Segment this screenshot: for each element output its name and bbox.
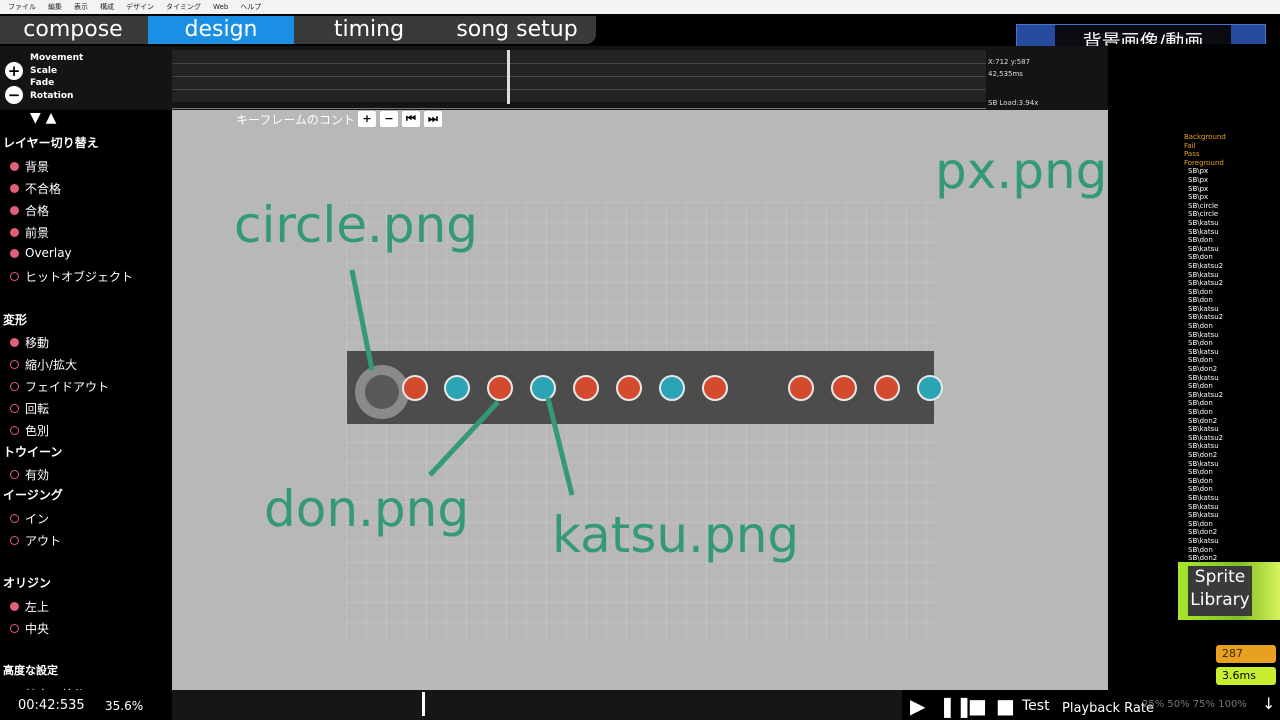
sprite-list-item[interactable]: SB\katsu [1188, 305, 1226, 314]
sprite-list-item[interactable]: SB\katsu [1188, 271, 1226, 280]
sprite-list-item[interactable]: SB\katsu2 [1188, 313, 1226, 322]
sprite-list-item[interactable]: SB\katsu [1188, 374, 1226, 383]
arrow-down-icon[interactable]: ↓ [1262, 694, 1275, 713]
annotation-arrows [349, 269, 575, 496]
keyframe-next-icon[interactable]: ⏭ [424, 111, 442, 127]
sprite-list-item[interactable]: SB\katsu [1188, 245, 1226, 254]
keyframe-prev-icon[interactable]: ⏮ [402, 111, 420, 127]
sprite-list-item[interactable]: SB\don [1188, 408, 1226, 417]
sprite-library-button[interactable]: Sprite Library [1178, 562, 1280, 620]
sprite-list-item[interactable]: SB\katsu [1188, 537, 1226, 546]
sprite-list-item[interactable]: SB\katsu [1188, 442, 1226, 451]
sprite-list-item[interactable]: SB\katsu [1188, 503, 1226, 512]
sprite-list-item[interactable]: SB\px [1188, 167, 1226, 176]
sprite-list-item[interactable]: SB\katsu [1188, 219, 1226, 228]
sprite-list-item[interactable]: SB\don2 [1188, 365, 1226, 374]
sprite-list-item[interactable]: SB\don [1188, 296, 1226, 305]
sprite-list-item[interactable]: SB\circle [1188, 210, 1226, 219]
keyframe-add-icon[interactable]: + [358, 111, 376, 127]
test-camera-icon[interactable]: ■ [996, 694, 1015, 718]
annotation-px: px.png [935, 142, 1108, 200]
list-header: Foreground [1184, 158, 1224, 167]
sprite-list-item[interactable]: SB\katsu [1188, 228, 1226, 237]
fps-counter: 287 [1216, 645, 1276, 663]
annotation-circle: circle.png [234, 196, 479, 254]
annotation-don: don.png [264, 480, 470, 538]
sprite-list-item[interactable]: SB\katsu2 [1188, 279, 1226, 288]
arrow-don [428, 400, 500, 477]
sprite-list-item[interactable]: SB\don [1188, 236, 1226, 245]
sprite-list-item[interactable]: SB\px [1188, 193, 1226, 202]
sprite-list-item[interactable]: SB\don [1188, 382, 1226, 391]
arrow-katsu [545, 397, 575, 496]
playback-rates[interactable]: 25% 50% 75% 100% [1142, 699, 1247, 710]
sprite-list-item[interactable]: SB\px [1188, 176, 1226, 185]
sprite-list-item[interactable]: SB\don2 [1188, 417, 1226, 426]
sprite-list-item[interactable]: SB\katsu2 [1188, 262, 1226, 271]
sprite-list-item[interactable]: SB\px [1188, 185, 1226, 194]
latency-counter: 3.6ms [1216, 667, 1276, 685]
sprite-list-item[interactable]: SB\don [1188, 288, 1226, 297]
sprite-list-item[interactable]: SB\katsu2 [1188, 391, 1226, 400]
keyframe-control-label: キーフレームのコント [236, 113, 355, 127]
keyframe-remove-icon[interactable]: − [380, 111, 398, 127]
list-header: Background [1184, 133, 1226, 141]
test-button[interactable]: Test [1022, 698, 1050, 714]
progress-percent: 35.6% [105, 699, 144, 713]
sprite-list-item[interactable]: SB\katsu2 [1188, 434, 1226, 443]
sprite-list-item[interactable]: SB\don [1188, 339, 1226, 348]
playback-rate-label: Playback Rate [1062, 701, 1154, 716]
sprite-list-item[interactable]: SB\katsu [1188, 511, 1226, 520]
sprite-list-item[interactable]: SB\don [1188, 253, 1226, 262]
list-header: Pass [1184, 150, 1200, 159]
sprite-list-item[interactable]: SB\don [1188, 546, 1226, 555]
sprite-list-item[interactable]: SB\don [1188, 477, 1226, 486]
song-position-cursor[interactable] [422, 692, 425, 716]
sprite-list-item[interactable]: SB\don [1188, 485, 1226, 494]
sprite-library-label: Sprite Library [1188, 566, 1252, 616]
sprite-list-item[interactable]: SB\katsu [1188, 460, 1226, 469]
song-progress[interactable] [172, 690, 902, 720]
sprite-list-item[interactable]: SB\katsu [1188, 425, 1226, 434]
sprite-list-item[interactable]: SB\don [1188, 399, 1226, 408]
sprite-list[interactable]: Background Fail Pass Foreground SB\px SB\… [1184, 133, 1226, 563]
stop-icon[interactable]: ■ [968, 694, 987, 718]
sprite-list-item[interactable]: SB\don [1188, 322, 1226, 331]
sprite-list-item[interactable]: SB\don2 [1188, 528, 1226, 537]
sprite-list-item[interactable]: SB\don [1188, 356, 1226, 365]
current-time: 00:42:535 [18, 698, 85, 713]
arrow-circle [349, 269, 375, 371]
sprite-list-item[interactable]: SB\don [1188, 520, 1226, 529]
sprite-list-item[interactable]: SB\circle [1188, 202, 1226, 211]
annotation-katsu: katsu.png [552, 506, 800, 564]
list-header: Fail [1184, 141, 1196, 150]
sprite-list-item[interactable]: SB\katsu [1188, 348, 1226, 357]
sprite-list-item[interactable]: SB\don [1188, 468, 1226, 477]
play-icon[interactable]: ▶ [910, 694, 925, 718]
sprite-list-item[interactable]: SB\don2 [1188, 451, 1226, 460]
sprite-list-item[interactable]: SB\katsu [1188, 331, 1226, 340]
sprite-list-item[interactable]: SB\katsu [1188, 494, 1226, 503]
